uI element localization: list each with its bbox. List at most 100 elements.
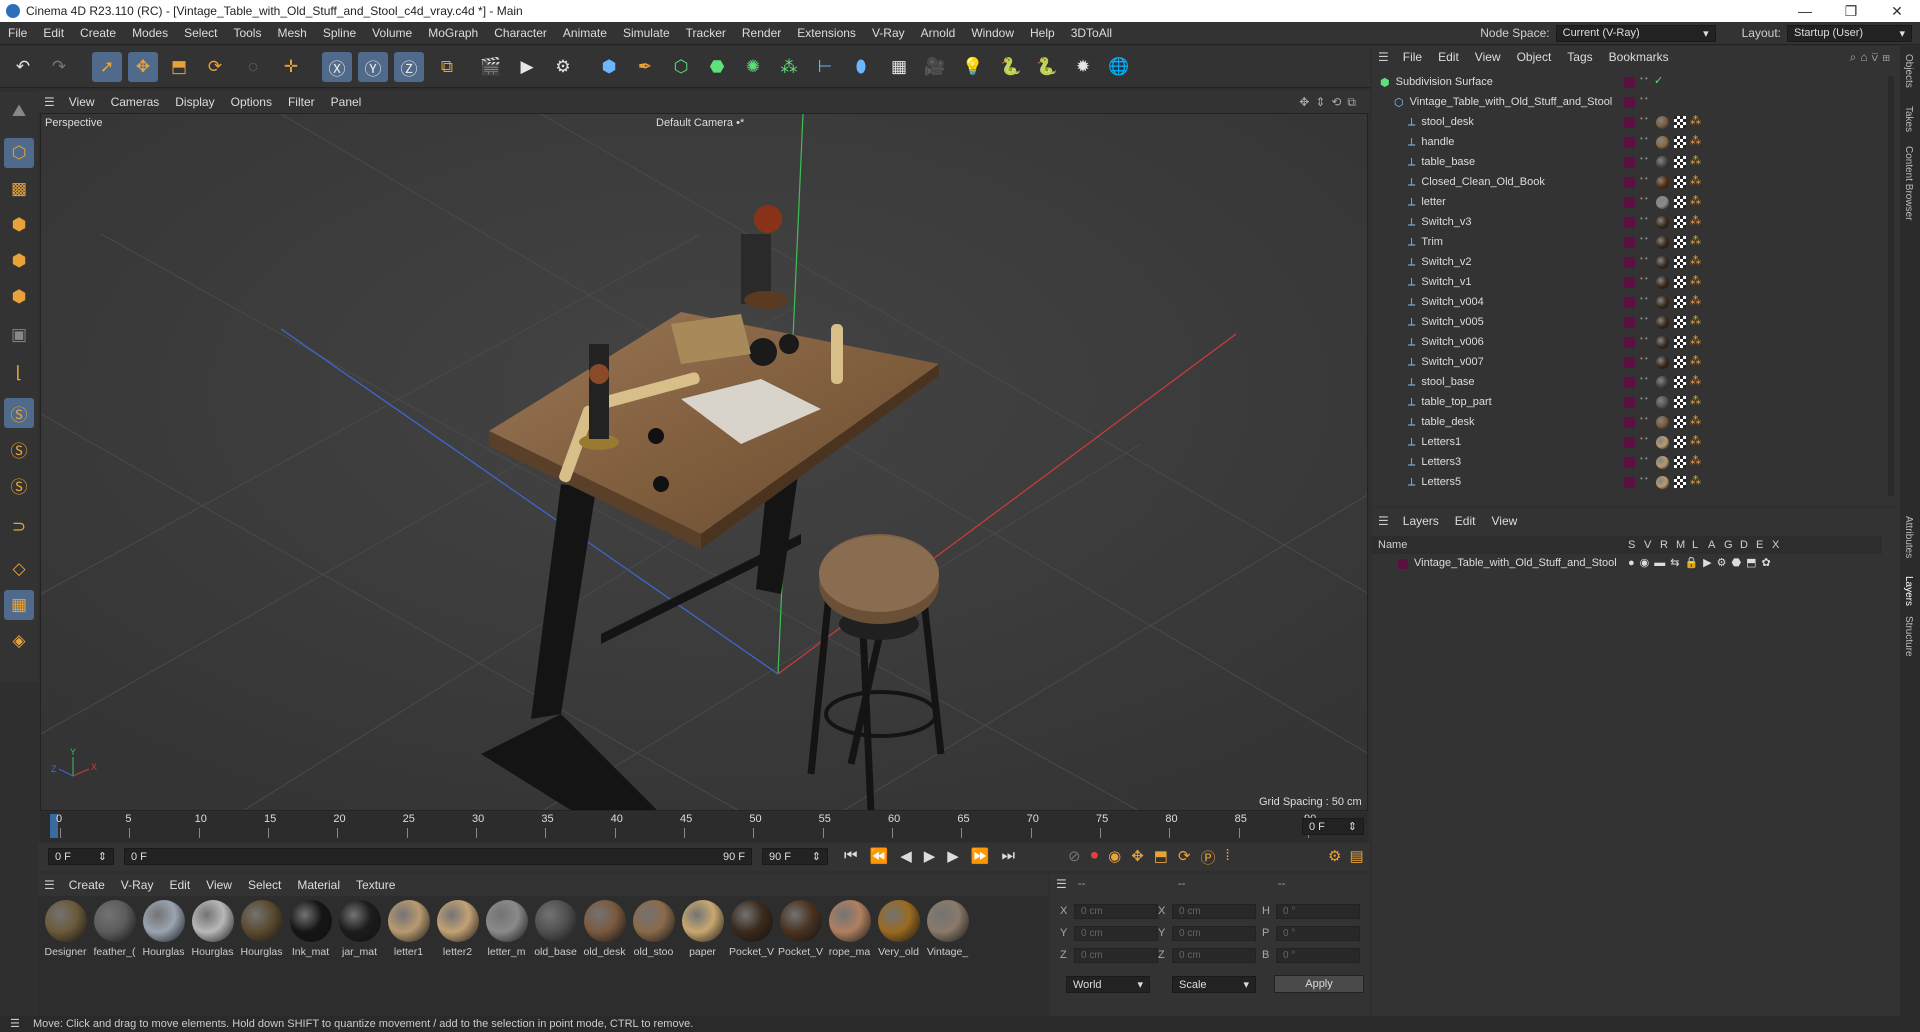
viewport-menu-view[interactable]: View (61, 95, 103, 109)
keyframe-selection-icon[interactable]: ◉ (1108, 847, 1121, 868)
phong-tag-icon[interactable]: ⁂ (1690, 154, 1701, 167)
obj-menu-view[interactable]: View (1467, 50, 1509, 64)
layer-menu-layers[interactable]: Layers (1395, 514, 1447, 528)
y-axis-lock-icon[interactable]: Ⓨ (358, 52, 388, 82)
menu-edit[interactable]: Edit (35, 26, 72, 40)
phong-tag-icon[interactable]: ⁂ (1690, 294, 1701, 307)
floor-icon[interactable]: ▦ (884, 52, 914, 82)
material-tag-icon[interactable] (1656, 416, 1669, 429)
uvw-tag-icon[interactable] (1674, 156, 1686, 168)
cloner-icon[interactable]: ✺ (738, 52, 768, 82)
layer-color-tag[interactable] (1624, 237, 1635, 248)
uvw-tag-icon[interactable] (1674, 436, 1686, 448)
next-frame-icon[interactable]: ▶ (947, 847, 959, 865)
visibility-dots-icon[interactable]: • • (1640, 455, 1648, 466)
material-tag-icon[interactable] (1656, 436, 1669, 449)
material-swatch[interactable]: Hourglas (140, 900, 187, 958)
material-swatch[interactable]: letter2 (434, 900, 481, 958)
uvw-tag-icon[interactable] (1674, 376, 1686, 388)
object-row[interactable]: ⟂ Switch_v005 • • ⁂ (1372, 312, 1882, 332)
phong-tag-icon[interactable]: ⁂ (1690, 374, 1701, 387)
object-row[interactable]: ⟂ Switch_v004 • • ⁂ (1372, 292, 1882, 312)
material-swatch[interactable]: Pocket_V (777, 900, 824, 958)
material-swatch[interactable]: letter1 (385, 900, 432, 958)
material-swatch[interactable]: Designer (42, 900, 89, 958)
frame-range-slider[interactable]: 0 F 90 F (124, 848, 752, 865)
polygon-mode-icon[interactable]: ⬢ (4, 282, 34, 312)
layer-color-tag[interactable] (1624, 137, 1635, 148)
object-row[interactable]: ⟂ Switch_v3 • • ⁂ (1372, 212, 1882, 232)
tab-attributes[interactable]: Attributes (1903, 516, 1914, 558)
visibility-dots-icon[interactable]: • • (1640, 175, 1648, 186)
phong-tag-icon[interactable]: ⁂ (1690, 334, 1701, 347)
visibility-dots-icon[interactable]: • • (1640, 115, 1648, 126)
hamburger-icon[interactable]: ☰ (38, 95, 61, 109)
obj-menu-bookmarks[interactable]: Bookmarks (1601, 50, 1677, 64)
python-script-icon[interactable]: 🐍 (1032, 52, 1062, 82)
phong-tag-icon[interactable]: ⁂ (1690, 314, 1701, 327)
layer-color-tag[interactable] (1624, 477, 1635, 488)
mat-menu-texture[interactable]: Texture (348, 878, 403, 892)
mat-menu-select[interactable]: Select (240, 878, 289, 892)
menu-volume[interactable]: Volume (364, 26, 420, 40)
render-picture-viewer-icon[interactable]: ▶ (512, 52, 542, 82)
material-tag-icon[interactable] (1656, 396, 1669, 409)
visibility-dots-icon[interactable]: • • (1640, 355, 1648, 366)
material-swatch[interactable]: Hourglas (238, 900, 285, 958)
obj-menu-tags[interactable]: Tags (1559, 50, 1600, 64)
material-tag-icon[interactable] (1656, 356, 1669, 369)
phong-tag-icon[interactable]: ⁂ (1690, 234, 1701, 247)
hamburger-icon[interactable]: ☰ (0, 1018, 30, 1030)
object-row[interactable]: ⬡ Vintage_Table_with_Old_Stuff_and_Stool •… (1372, 92, 1882, 112)
obj-menu-object[interactable]: Object (1509, 50, 1560, 64)
menu-3dtoall[interactable]: 3DToAll (1063, 26, 1120, 40)
coord-value-field[interactable]: 0 cm (1172, 926, 1256, 941)
layer-flag-header[interactable]: V (1644, 539, 1651, 551)
apply-button[interactable]: Apply (1274, 975, 1364, 993)
pen-spline-icon[interactable]: ✒ (630, 52, 660, 82)
key-parameter-icon[interactable]: Ⓟ (1201, 847, 1216, 868)
hamburger-icon[interactable]: ☰ (38, 878, 61, 892)
layer-color-tag[interactable] (1624, 197, 1635, 208)
light-icon[interactable]: 💡 (958, 52, 988, 82)
material-tag-icon[interactable] (1656, 216, 1669, 229)
layer-color-tag[interactable] (1624, 97, 1635, 108)
viewport-menu-panel[interactable]: Panel (323, 95, 370, 109)
play-icon[interactable]: ▶ (924, 847, 936, 865)
locked-workplane-icon[interactable]: ◈ (4, 626, 34, 656)
object-row[interactable]: ⟂ Switch_v1 • • ⁂ (1372, 272, 1882, 292)
coord-value-field[interactable]: 0 cm (1172, 904, 1256, 919)
material-swatch[interactable]: feather_( (91, 900, 138, 958)
phong-tag-icon[interactable]: ⁂ (1690, 114, 1701, 127)
layer-color-tag[interactable] (1624, 437, 1635, 448)
camera-icon[interactable]: 🎥 (920, 52, 950, 82)
workplane-icon[interactable]: ◇ (4, 554, 34, 584)
visibility-dots-icon[interactable]: • • (1640, 235, 1648, 246)
material-swatch[interactable]: Hourglas (189, 900, 236, 958)
snap-settings-icon[interactable]: Ⓢ (4, 434, 34, 464)
object-scrollbar[interactable] (1888, 76, 1894, 496)
current-frame-field[interactable]: 0 F ⇕ (1302, 818, 1364, 835)
material-tag-icon[interactable] (1656, 236, 1669, 249)
go-to-end-icon[interactable]: ⏭ (1002, 847, 1016, 865)
material-swatch[interactable]: Vintage_ (924, 900, 971, 958)
phong-tag-icon[interactable]: ⁂ (1690, 274, 1701, 287)
record-icon[interactable]: ⊘ (1068, 847, 1081, 868)
layout-select[interactable]: Startup (User) ▾ (1787, 24, 1912, 42)
menu-animate[interactable]: Animate (555, 26, 615, 40)
menu-select[interactable]: Select (176, 26, 225, 40)
point-mode-icon[interactable]: ⬢ (4, 210, 34, 240)
maximize-button[interactable]: ❐ (1828, 3, 1874, 20)
phong-tag-icon[interactable]: ⁂ (1690, 454, 1701, 467)
layer-color-tag[interactable] (1624, 317, 1635, 328)
object-row[interactable]: ⟂ letter • • ⁂ (1372, 192, 1882, 212)
move-tool-icon[interactable]: ✥ (128, 52, 158, 82)
z-axis-lock-icon[interactable]: Ⓩ (394, 52, 424, 82)
object-row[interactable]: ⟂ stool_base • • ⁂ (1372, 372, 1882, 392)
menu-tools[interactable]: Tools (225, 26, 269, 40)
phong-tag-icon[interactable]: ⁂ (1690, 174, 1701, 187)
visibility-dots-icon[interactable]: • • (1640, 75, 1648, 86)
menu-window[interactable]: Window (963, 26, 1022, 40)
start-frame-field[interactable]: 0 F ⇕ (48, 848, 114, 865)
layer-flag-header[interactable]: R (1660, 539, 1668, 551)
